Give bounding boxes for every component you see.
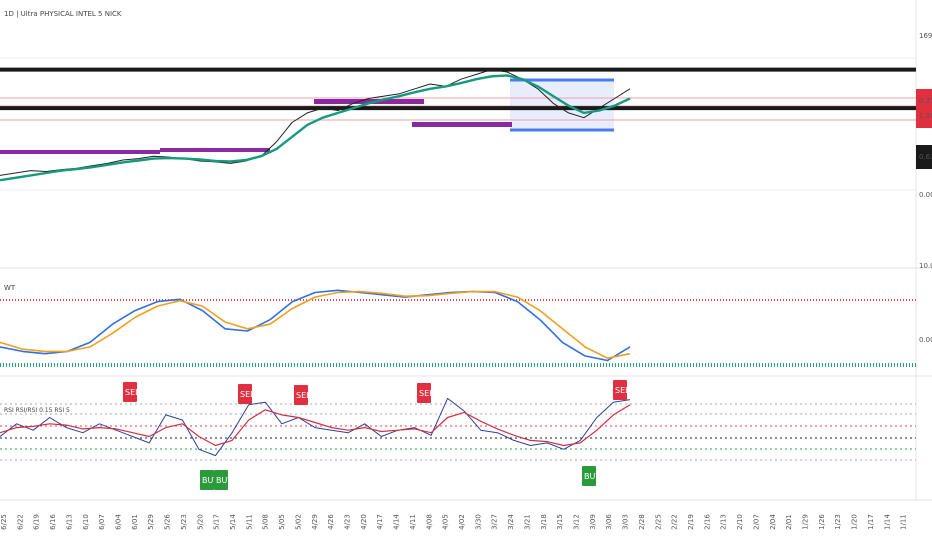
oscillator-series-line xyxy=(0,290,631,360)
time-axis-label: 2/01 xyxy=(785,514,793,530)
time-axis-label: 6/19 xyxy=(33,514,41,530)
time-axis-label: 2/04 xyxy=(769,514,777,530)
time-axis-label: 4/08 xyxy=(425,514,433,530)
time-axis-label: 4/05 xyxy=(442,514,450,530)
rsi-series xyxy=(0,397,631,457)
time-axis-label: 3/27 xyxy=(491,514,499,530)
time-axis-label: 3/09 xyxy=(589,514,597,530)
time-axis-label: 1/29 xyxy=(802,514,810,530)
signal-badge-label: BUY xyxy=(584,472,600,481)
oscillator-axis-label: 10.000 xyxy=(919,262,932,270)
time-axis-label: 3/15 xyxy=(556,514,564,530)
time-axis-label: 5/02 xyxy=(294,514,302,530)
price-pane xyxy=(0,57,916,191)
time-axis-label: 1/17 xyxy=(867,514,875,530)
rsi-series-line xyxy=(0,404,631,447)
time-axis-label: 6/04 xyxy=(115,514,123,530)
time-axis-label: 5/29 xyxy=(147,514,155,530)
time-axis-label: 1/23 xyxy=(834,514,842,530)
time-axis-label: 4/14 xyxy=(393,514,401,530)
time-axis-label: 2/19 xyxy=(687,514,695,530)
time-axis-label: 5/11 xyxy=(245,514,253,530)
price-axis-label: 0.000 xyxy=(919,191,932,199)
rsi-series-line xyxy=(0,397,631,457)
time-axis-label: 5/20 xyxy=(196,514,204,530)
purple-bar xyxy=(412,122,512,127)
time-axis-label: 1/20 xyxy=(851,514,859,530)
time-axis-label: 5/14 xyxy=(229,514,237,530)
time-axis-label: 4/26 xyxy=(327,514,335,530)
time-axis-label: 5/05 xyxy=(278,514,286,530)
time-axis-label: 2/22 xyxy=(671,514,679,530)
chart-canvas: SELL SELL SELL SELL SELLBUYBUY BUY 1D | Ultra… xyxy=(0,0,932,530)
time-axis-label: 1/26 xyxy=(818,514,826,530)
time-axis-label: 2/13 xyxy=(720,514,728,530)
price-levels xyxy=(0,67,916,111)
time-axis-label: 4/11 xyxy=(409,514,417,530)
chart-title: 1D | Ultra PHYSICAL INTEL 5 NICK xyxy=(4,10,122,18)
time-axis-label: 5/08 xyxy=(262,514,270,530)
signal-badge-label: SELL xyxy=(296,391,316,400)
rsi-pane xyxy=(0,403,916,461)
time-axis-label: 6/22 xyxy=(16,514,24,530)
time-axis-label: 6/01 xyxy=(131,514,139,530)
time-axis-label: 2/07 xyxy=(752,514,760,530)
time-axis-label: 4/23 xyxy=(344,514,352,530)
time-axis-label: 2/25 xyxy=(654,514,662,530)
price-axis-label: 1697 xyxy=(919,32,932,40)
time-axis-label: 2/16 xyxy=(703,514,711,530)
time-axis-label: 6/07 xyxy=(98,514,106,530)
time-axis-label: 2/28 xyxy=(638,514,646,530)
price-axis-label: 0.7500 xyxy=(919,97,932,105)
purple-bar xyxy=(160,148,270,152)
signal-badge-label: SELL xyxy=(615,386,635,395)
time-axis-label: 2/10 xyxy=(736,514,744,530)
time-axis-label: 4/29 xyxy=(311,514,319,530)
time-axis: 6/25 6/22 6/19 6/16 6/13 6/10 6/07 6/04 6/01 5/29… xyxy=(0,514,908,530)
oscillator-axis-label: 0.000 xyxy=(919,336,932,344)
time-axis-label: 6/13 xyxy=(65,514,73,530)
time-axis-label: 6/10 xyxy=(82,514,90,530)
signal-badge-label: BUY xyxy=(216,476,232,485)
time-axis-label: 4/02 xyxy=(458,514,466,530)
rsi-title: RSI RSI/RSI 0.15 RSI 5 xyxy=(4,407,70,414)
time-axis-label: 3/21 xyxy=(523,514,531,530)
time-axis-label: 4/17 xyxy=(376,514,384,530)
oscillator-title: WT xyxy=(4,284,16,292)
time-axis-label: 3/03 xyxy=(622,514,630,530)
signal-badge-label: SELL xyxy=(419,389,439,398)
time-axis-label: 3/24 xyxy=(507,514,515,530)
time-axis-label: 3/18 xyxy=(540,514,548,530)
highlight-zone xyxy=(510,80,614,130)
time-axis-label: 3/30 xyxy=(474,514,482,530)
time-axis-label: 3/12 xyxy=(573,514,581,530)
signal-badge-label: SELL xyxy=(125,388,145,397)
purple-bar xyxy=(0,150,160,154)
time-axis-label: 5/26 xyxy=(164,514,172,530)
time-axis-label: 1/14 xyxy=(883,514,891,530)
price-axis-label: 1.2000 xyxy=(919,112,932,120)
time-axis-label: 5/17 xyxy=(213,514,221,530)
time-axis-label: 6/25 xyxy=(0,514,8,530)
price-axis: 1697 0.7500 1.2000 0.6343 0.000 xyxy=(916,32,932,199)
signal-badge-label: SELL xyxy=(240,390,260,399)
time-axis-label: 3/06 xyxy=(605,514,613,530)
time-axis-label: 5/23 xyxy=(180,514,188,530)
time-axis-label: 6/16 xyxy=(49,514,57,530)
time-axis-label: 1/11 xyxy=(900,514,908,530)
time-axis-label: 4/20 xyxy=(360,514,368,530)
price-axis-label: 0.6343 xyxy=(919,153,932,161)
